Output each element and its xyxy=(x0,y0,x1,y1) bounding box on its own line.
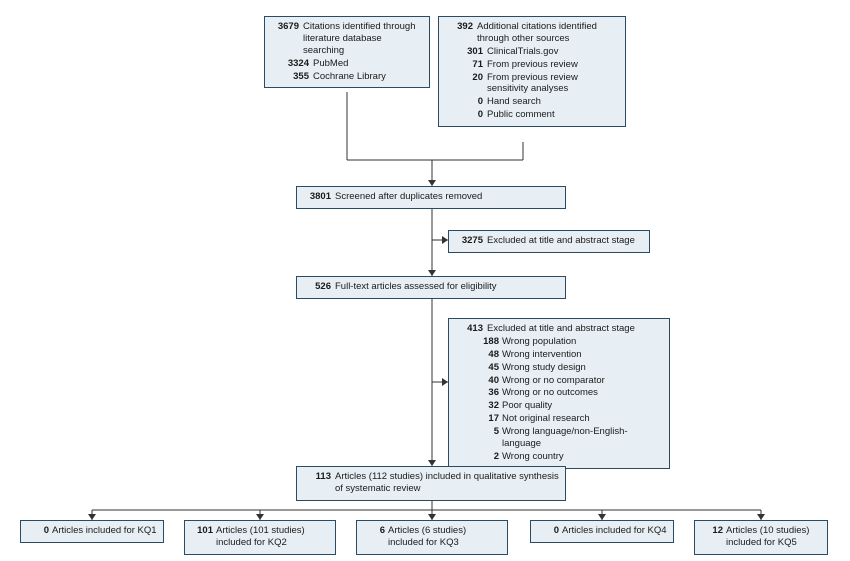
identified-label: Citations identified through literature … xyxy=(303,21,423,57)
prisma-flow-diagram: 3679Citations identified through literat… xyxy=(0,0,850,561)
box-kq1: 0Articles included for KQ1 xyxy=(20,520,164,543)
box-screened: 3801Screened after duplicates removed xyxy=(296,186,566,209)
additional-label: Additional citations identified through … xyxy=(477,21,619,45)
box-excluded-title-abstract: 3275Excluded at title and abstract stage xyxy=(448,230,650,253)
box-kq4: 0Articles included for KQ4 xyxy=(530,520,674,543)
box-identified: 3679Citations identified through literat… xyxy=(264,16,430,88)
box-kq3: 6Articles (6 studies) included for KQ3 xyxy=(356,520,508,555)
box-kq2: 101Articles (101 studies) included for K… xyxy=(184,520,336,555)
box-included: 113Articles (112 studies) included in qu… xyxy=(296,466,566,501)
box-excluded-fulltext: 413Excluded at title and abstract stage … xyxy=(448,318,670,469)
additional-count: 392 xyxy=(445,21,477,45)
box-fulltext-assessed: 526Full-text articles assessed for eligi… xyxy=(296,276,566,299)
identified-count: 3679 xyxy=(271,21,303,57)
box-additional: 392Additional citations identified throu… xyxy=(438,16,626,127)
box-kq5: 12Articles (10 studies) included for KQ5 xyxy=(694,520,828,555)
